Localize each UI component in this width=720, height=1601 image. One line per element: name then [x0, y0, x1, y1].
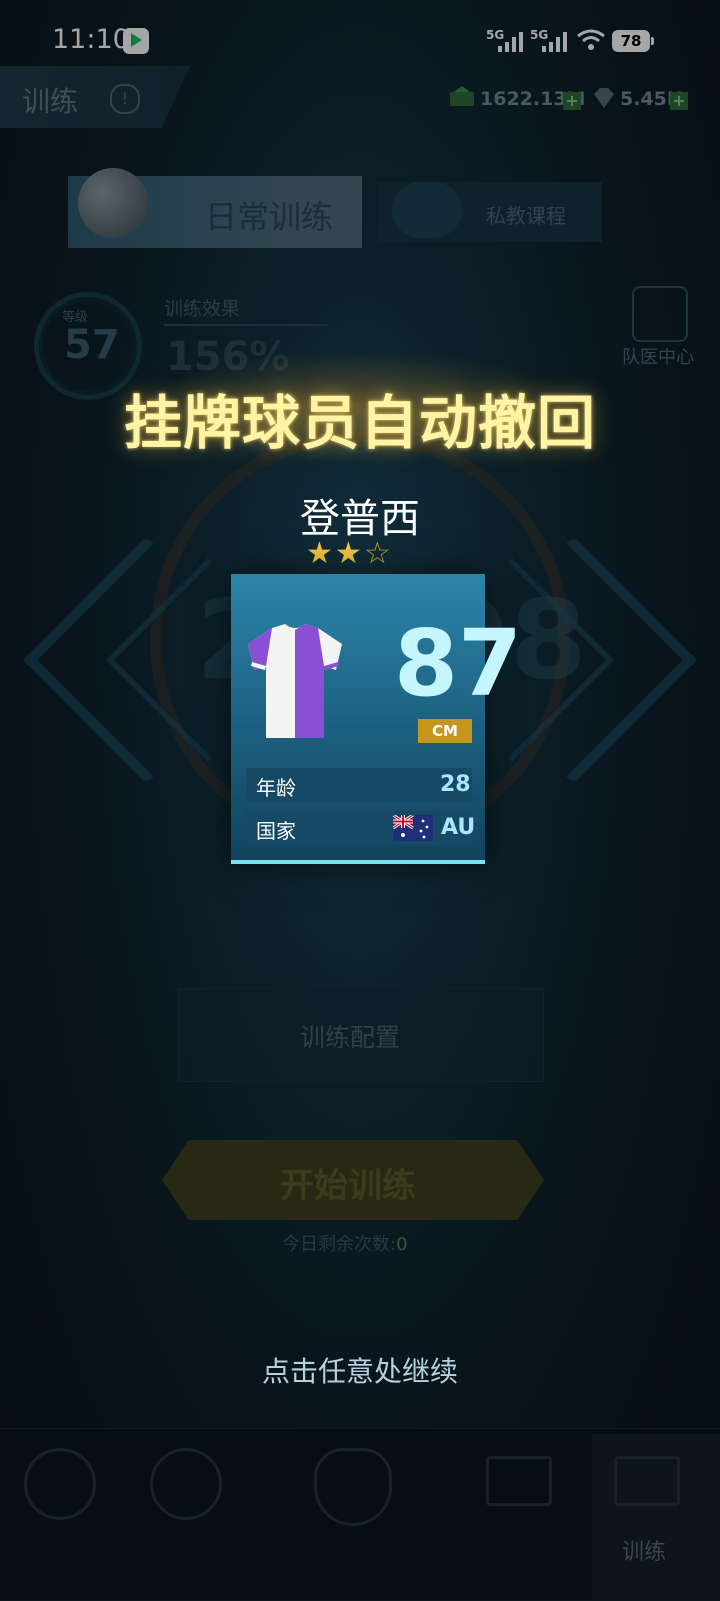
star-icon: ★ — [334, 536, 364, 571]
star-rating: ★★☆ — [306, 536, 393, 571]
country-label: 国家 — [256, 819, 296, 843]
country-value: AU — [441, 815, 476, 840]
position-badge: CM — [418, 719, 472, 743]
age-label: 年龄 — [256, 776, 296, 800]
australia-flag-icon — [393, 815, 433, 841]
age-value: 28 — [440, 772, 471, 797]
player-rating: 87 — [394, 610, 523, 717]
star-empty-icon: ☆ — [363, 536, 393, 571]
popup-title: 挂牌球员自动撤回 — [123, 389, 596, 457]
star-icon: ★ — [306, 536, 335, 571]
card-accent — [231, 860, 485, 864]
jersey-icon — [248, 624, 342, 738]
tap-to-continue[interactable]: 点击任意处继续 — [0, 1350, 720, 1390]
